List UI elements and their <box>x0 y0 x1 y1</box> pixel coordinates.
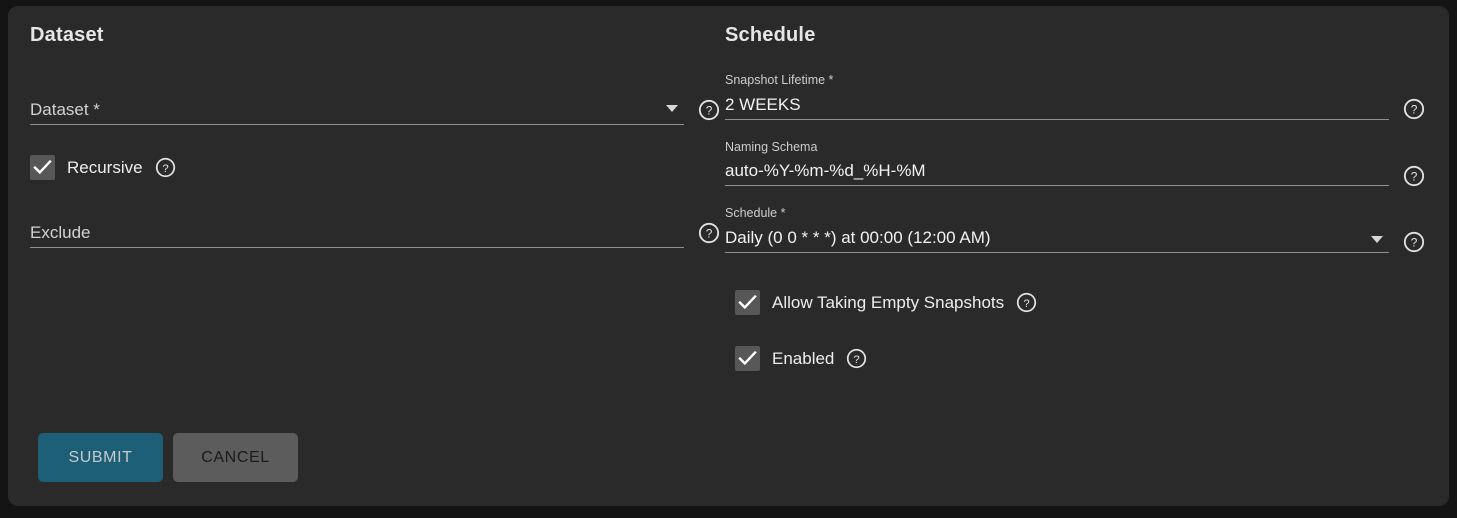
naming-schema-input[interactable]: auto-%Y-%m-%d_%H-%M <box>725 158 1389 186</box>
snapshot-lifetime-field: Snapshot Lifetime * 2 WEEKS ? <box>725 74 1425 120</box>
submit-button[interactable]: SUBMIT <box>38 433 163 482</box>
svg-text:?: ? <box>854 353 860 365</box>
schedule-field: Schedule * Daily (0 0 * * *) at 00:00 (1… <box>725 207 1425 253</box>
svg-text:?: ? <box>1023 297 1029 309</box>
recursive-checkbox[interactable] <box>30 155 55 180</box>
allow-empty-snapshots-checkbox[interactable] <box>735 289 760 315</box>
form-actions: SUBMIT CANCEL <box>38 433 298 482</box>
recursive-label: Recursive <box>67 158 143 177</box>
dataset-section: Dataset Dataset * ? Recursive ? Exclude … <box>30 24 720 248</box>
chevron-down-icon[interactable] <box>666 105 678 112</box>
svg-text:?: ? <box>1411 236 1418 250</box>
help-circle-icon[interactable]: ? <box>1403 98 1425 120</box>
naming-schema-value: auto-%Y-%m-%d_%H-%M <box>725 161 926 180</box>
dataset-select[interactable]: Dataset * <box>30 91 684 125</box>
allow-empty-snapshots-row[interactable]: Allow Taking Empty Snapshots ? <box>735 289 1425 315</box>
exclude-field: Exclude ? <box>30 214 720 248</box>
svg-text:?: ? <box>1411 103 1418 117</box>
help-circle-icon[interactable]: ? <box>1403 165 1425 187</box>
schedule-section: Schedule Snapshot Lifetime * 2 WEEKS ? N… <box>725 24 1425 371</box>
snapshot-lifetime-input[interactable]: 2 WEEKS <box>725 92 1389 120</box>
snapshot-lifetime-value: 2 WEEKS <box>725 94 801 114</box>
enabled-label: Enabled <box>772 348 835 368</box>
recursive-checkbox-row[interactable]: Recursive ? <box>30 155 720 180</box>
schedule-section-title: Schedule <box>725 24 816 46</box>
svg-text:?: ? <box>162 163 168 175</box>
form-columns: Dataset Dataset * ? Recursive ? Exclude … <box>8 6 1449 506</box>
help-circle-icon[interactable]: ? <box>698 222 720 244</box>
schedule-value: Daily (0 0 * * *) at 00:00 (12:00 AM) <box>725 227 991 247</box>
dataset-section-title: Dataset <box>30 24 104 46</box>
exclude-input[interactable]: Exclude <box>30 214 684 248</box>
naming-schema-label: Naming Schema <box>725 139 818 154</box>
svg-text:?: ? <box>706 104 713 118</box>
naming-schema-field: Naming Schema auto-%Y-%m-%d_%H-%M ? <box>725 139 1425 187</box>
dataset-placeholder: Dataset * <box>30 100 100 119</box>
exclude-placeholder: Exclude <box>30 223 91 242</box>
enabled-row[interactable]: Enabled ? <box>735 345 1425 371</box>
help-circle-icon[interactable]: ? <box>1016 292 1037 313</box>
help-circle-icon[interactable]: ? <box>155 157 176 178</box>
chevron-down-icon[interactable] <box>1371 235 1383 243</box>
help-circle-icon[interactable]: ? <box>1403 231 1425 253</box>
svg-text:?: ? <box>706 227 713 241</box>
snapshot-task-form-card: Dataset Dataset * ? Recursive ? Exclude … <box>8 6 1449 506</box>
cancel-button[interactable]: CANCEL <box>173 433 298 482</box>
schedule-label: Schedule * <box>725 206 786 220</box>
dataset-field: Dataset * ? <box>30 91 720 125</box>
snapshot-lifetime-label: Snapshot Lifetime * <box>725 73 834 87</box>
enabled-checkbox[interactable] <box>735 345 760 371</box>
help-circle-icon[interactable]: ? <box>698 99 720 121</box>
svg-text:?: ? <box>1411 169 1418 183</box>
schedule-select[interactable]: Daily (0 0 * * *) at 00:00 (12:00 AM) <box>725 225 1389 253</box>
help-circle-icon[interactable]: ? <box>846 348 867 369</box>
allow-empty-snapshots-label: Allow Taking Empty Snapshots <box>772 292 1005 312</box>
